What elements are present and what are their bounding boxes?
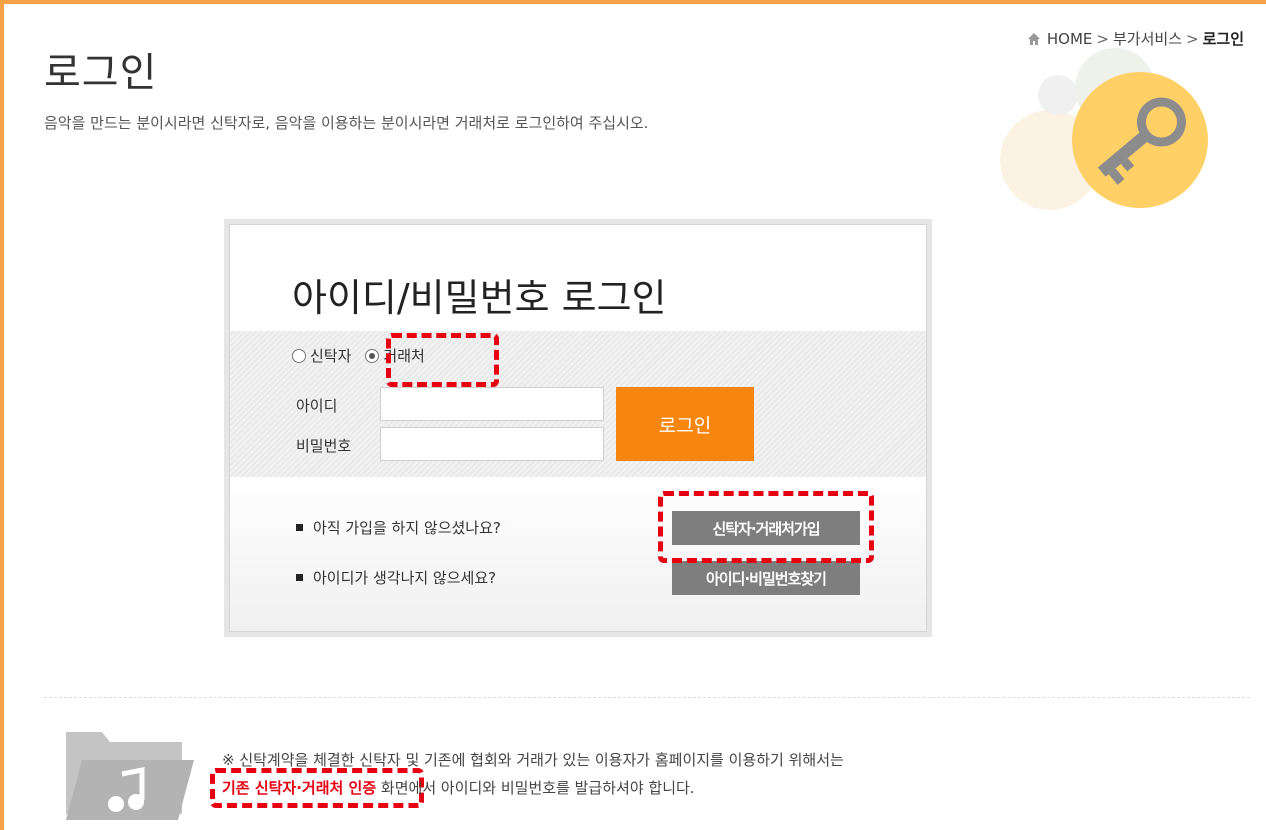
radio-client-circle[interactable] (365, 348, 380, 363)
login-heading: 아이디/비밀번호 로그인 (292, 276, 667, 320)
notice-line-1: ※ 신탁계약을 체결한 신탁자 및 기존에 협회와 거래가 있는 이용자가 홈페… (222, 751, 844, 769)
login-form: 신탁자 거래처 아이디 비밀번호 로그인 (230, 331, 926, 477)
signup-button[interactable]: 신탁자·거래처가입 (672, 511, 860, 545)
password-label: 비밀번호 (296, 437, 352, 455)
auth-link[interactable]: 기존 신탁자·거래처 인증 (222, 779, 376, 797)
find-id-password-button[interactable]: 아이디·비밀번호찾기 (672, 561, 860, 595)
notice-line-2-text: 화면에서 아이디와 비밀번호를 발급하셔야 합니다. (376, 779, 695, 797)
page-title: 로그인 (44, 50, 158, 96)
key-icon (1000, 48, 1208, 210)
radio-client[interactable]: 거래처 (365, 345, 425, 366)
page-description: 음악을 만드는 분이시라면 신탁자로, 음악을 이용하는 분이시라면 거래처로 … (44, 114, 649, 132)
login-button[interactable]: 로그인 (616, 387, 754, 461)
id-label: 아이디 (296, 397, 338, 415)
radio-truster[interactable]: 신탁자 (292, 345, 351, 366)
folder-music-icon (66, 732, 194, 820)
radio-truster-circle[interactable] (292, 348, 306, 363)
signup-question-text: 아직 가입을 하지 않으셨나요? (313, 519, 501, 537)
find-question: 아이디가 생각나지 않으세요? (296, 567, 496, 588)
help-area: 아직 가입을 하지 않으셨나요? 신탁자·거래처가입 아이디가 생각나지 않으세… (230, 477, 926, 631)
page-frame-top (0, 0, 1266, 4)
divider (44, 697, 1250, 698)
bullet-icon (296, 574, 303, 581)
find-question-text: 아이디가 생각나지 않으세요? (313, 569, 497, 587)
member-type-radio-group: 신탁자 거래처 (292, 345, 425, 366)
bullet-icon (296, 524, 303, 531)
password-input[interactable] (380, 427, 604, 461)
signup-question: 아직 가입을 하지 않으셨나요? (296, 517, 501, 538)
notice-line-2: 기존 신탁자·거래처 인증 화면에서 아이디와 비밀번호를 발급하셔야 합니다. (222, 777, 695, 798)
radio-truster-label: 신탁자 (310, 347, 352, 365)
page-frame-left (0, 0, 4, 830)
radio-client-label: 거래처 (383, 347, 425, 365)
login-panel: 아이디/비밀번호 로그인 신탁자 거래처 아이디 비밀번호 로그인 아직 가입을… (229, 224, 927, 632)
id-input[interactable] (380, 387, 604, 421)
